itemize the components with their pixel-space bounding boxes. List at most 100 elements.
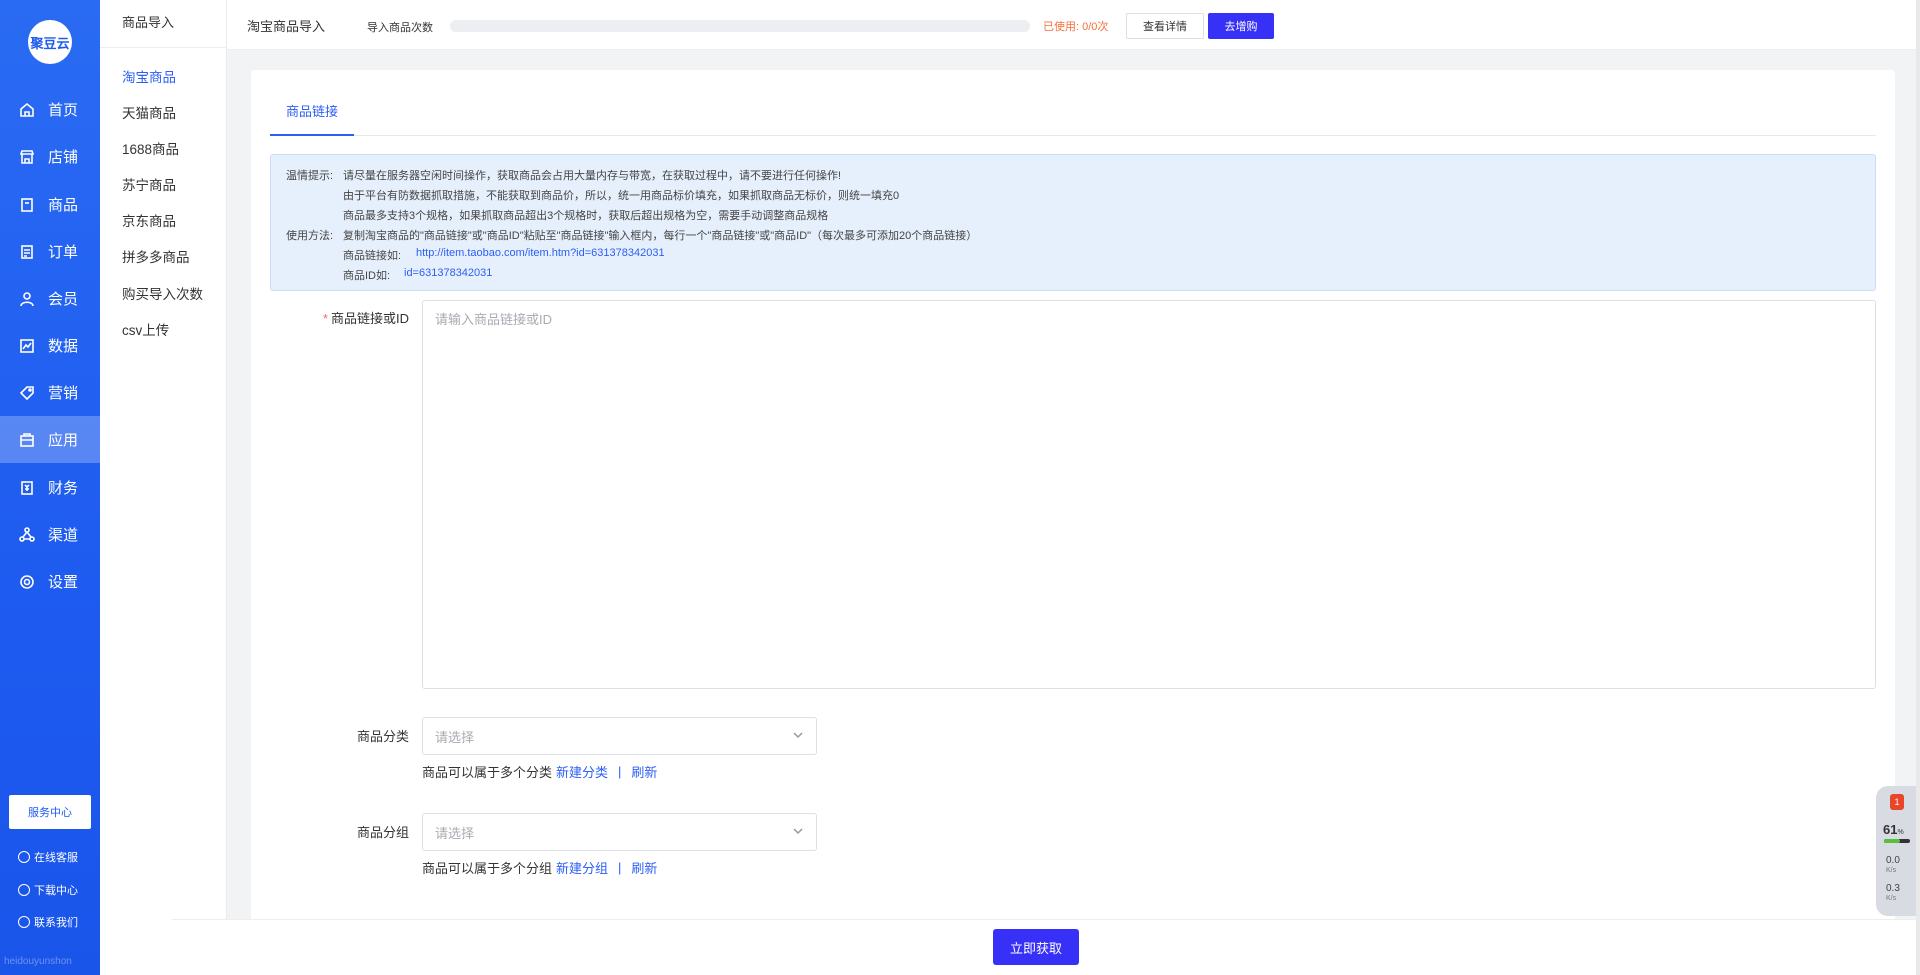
page-title: 淘宝商品导入 (247, 19, 326, 34)
subnav-item-suning[interactable]: 苏宁商品 (122, 174, 176, 194)
subnav-title: 商品导入 (100, 0, 226, 48)
memory-bar-fill (1884, 839, 1900, 843)
nav-channel[interactable]: 渠道 (0, 511, 100, 558)
chart-icon (18, 337, 36, 355)
subnav-item-csv[interactable]: csv上传 (122, 319, 169, 339)
import-usage-progress (450, 20, 1030, 32)
nav-app-label: 应用 (48, 432, 79, 449)
service-avatar-icon (18, 851, 30, 863)
tips-box: 温情提示: 请尽量在服务器空闲时间操作，获取商品会占用大量内存与带宽，在获取过程… (270, 154, 1876, 291)
new-group-link[interactable]: 新建分组 (556, 858, 608, 877)
tip-line-3: 商品最多支持3个规格，如果抓取商品超出3个规格时，获取后超出规格为空，需要手动调… (343, 210, 829, 222)
nav-home[interactable]: 首页 (0, 86, 100, 133)
main-sidebar: 聚豆云 首页 店铺 商品 订单 会员 数据 营销 应用 财务 渠道 设置 服务中… (0, 0, 100, 975)
app-icon (18, 431, 36, 449)
category-help: 商品可以属于多个分类 新建分类 | 刷新 (422, 762, 657, 781)
nav-goods-label: 商品 (48, 197, 79, 214)
chevron-down-icon (792, 825, 804, 840)
tip-line-1: 请尽量在服务器空闲时间操作，获取商品会占用大量内存与带宽，在获取过程中，请不要进… (343, 170, 842, 182)
service-center-button[interactable]: 服务中心 (9, 795, 91, 829)
goods-icon (18, 196, 36, 214)
download-unit: K/s (1886, 895, 1897, 902)
category-select[interactable]: 请选择 (422, 717, 817, 755)
buy-more-button[interactable]: 去增购 (1208, 13, 1274, 39)
nav-member[interactable]: 会员 (0, 275, 100, 322)
shield-icon: 1 (1890, 794, 1904, 810)
subnav-item-tmall[interactable]: 天猫商品 (122, 102, 176, 122)
main-card: 商品链接 温情提示: 请尽量在服务器空闲时间操作，获取商品会占用大量内存与带宽，… (251, 70, 1895, 950)
separator: | (618, 764, 622, 779)
member-icon (18, 290, 36, 308)
link-label-text: 商品链接或ID (330, 311, 409, 326)
top-header: 淘宝商品导入 导入商品次数 已使用: 0/0次 查看详情 去增购 (227, 0, 1920, 50)
nav-marketing[interactable]: 营销 (0, 369, 100, 416)
page-scrollbar[interactable] (1916, 0, 1920, 975)
link-example-label: 商品链接如: (343, 250, 402, 262)
subnav-item-1688[interactable]: 1688商品 (122, 138, 179, 158)
tip-prefix: 温情提示: (286, 170, 334, 182)
download-speed: 0.3 K/s (1886, 884, 1900, 904)
download-icon (18, 884, 30, 896)
contact-us-label: 联系我们 (34, 917, 78, 929)
link-example: http://item.taobao.com/item.htm?id=63137… (416, 247, 665, 259)
subnav-item-buy-import[interactable]: 购买导入次数 (122, 283, 203, 303)
required-mark: * (322, 311, 328, 326)
fetch-now-button[interactable]: 立即获取 (993, 929, 1079, 965)
tab-product-link[interactable]: 商品链接 (270, 98, 354, 136)
sub-navigation: 商品导入 淘宝商品 天猫商品 1688商品 苏宁商品 京东商品 拼多多商品 购买… (100, 0, 227, 975)
upload-unit: K/s (1886, 867, 1897, 874)
product-link-textarea[interactable]: 请输入商品链接或ID (422, 300, 1876, 689)
nav-store[interactable]: 店铺 (0, 133, 100, 180)
nav-data-label: 数据 (48, 338, 79, 355)
memory-percent-value: 61 (1883, 822, 1898, 837)
nav-order-label: 订单 (48, 244, 79, 261)
group-help: 商品可以属于多个分组 新建分组 | 刷新 (422, 858, 657, 877)
gear-icon (18, 573, 36, 591)
nav-order[interactable]: 订单 (0, 228, 100, 275)
subnav-item-pdd[interactable]: 拼多多商品 (122, 246, 190, 266)
group-select[interactable]: 请选择 (422, 813, 817, 851)
nav-settings-label: 设置 (48, 574, 79, 591)
chevron-down-icon (792, 729, 804, 744)
nav-member-label: 会员 (48, 291, 79, 308)
tip-line-2: 由于平台有防数据抓取措施，不能获取到商品价，所以，统一用商品标价填充，如果抓取商… (343, 190, 900, 202)
system-monitor-widget[interactable]: 1 61% 0.0 K/s 0.3 K/s (1876, 786, 1916, 916)
category-placeholder: 请选择 (435, 729, 475, 745)
online-service-link[interactable]: 在线客服 (18, 849, 78, 865)
contact-us-link[interactable]: 联系我们 (18, 914, 78, 930)
tag-icon (18, 384, 36, 402)
upload-value: 0.0 (1886, 855, 1900, 866)
category-help-text: 商品可以属于多个分类 (422, 765, 553, 780)
order-icon (18, 243, 36, 261)
usage-prefix: 使用方法: (286, 230, 334, 242)
memory-percent: 61% (1883, 822, 1904, 837)
finance-icon (18, 479, 36, 497)
upload-speed: 0.0 K/s (1886, 856, 1900, 876)
refresh-category-link[interactable]: 刷新 (631, 762, 657, 781)
link-field-label: * 商品链接或ID (311, 308, 409, 327)
used-count-text: 已使用: 0/0次 (1043, 21, 1109, 33)
nav-data[interactable]: 数据 (0, 322, 100, 369)
nav-home-label: 首页 (48, 102, 79, 119)
new-category-link[interactable]: 新建分类 (556, 762, 608, 781)
nav-goods[interactable]: 商品 (0, 181, 100, 228)
nav-settings[interactable]: 设置 (0, 558, 100, 605)
chat-icon (18, 916, 30, 928)
brand-logo[interactable]: 聚豆云 (28, 20, 72, 64)
group-placeholder: 请选择 (435, 825, 475, 841)
download-center-link[interactable]: 下载中心 (18, 882, 78, 898)
import-count-label: 导入商品次数 (367, 22, 433, 34)
category-label: 商品分类 (356, 729, 409, 744)
group-label: 商品分组 (356, 825, 409, 840)
id-example: id=631378342031 (404, 267, 493, 279)
id-example-label: 商品ID如: (343, 270, 391, 282)
view-detail-button[interactable]: 查看详情 (1126, 13, 1204, 39)
nav-finance[interactable]: 财务 (0, 464, 100, 511)
subnav-item-taobao[interactable]: 淘宝商品 (122, 66, 176, 86)
refresh-group-link[interactable]: 刷新 (631, 858, 657, 877)
nav-app[interactable]: 应用 (0, 416, 100, 463)
tip-line-4: 复制淘宝商品的"商品链接"或"商品ID"粘贴至"商品链接"输入框内，每行一个"商… (343, 230, 978, 242)
memory-bar (1884, 839, 1910, 843)
nav-channel-label: 渠道 (48, 527, 79, 544)
subnav-item-jd[interactable]: 京东商品 (122, 210, 176, 230)
